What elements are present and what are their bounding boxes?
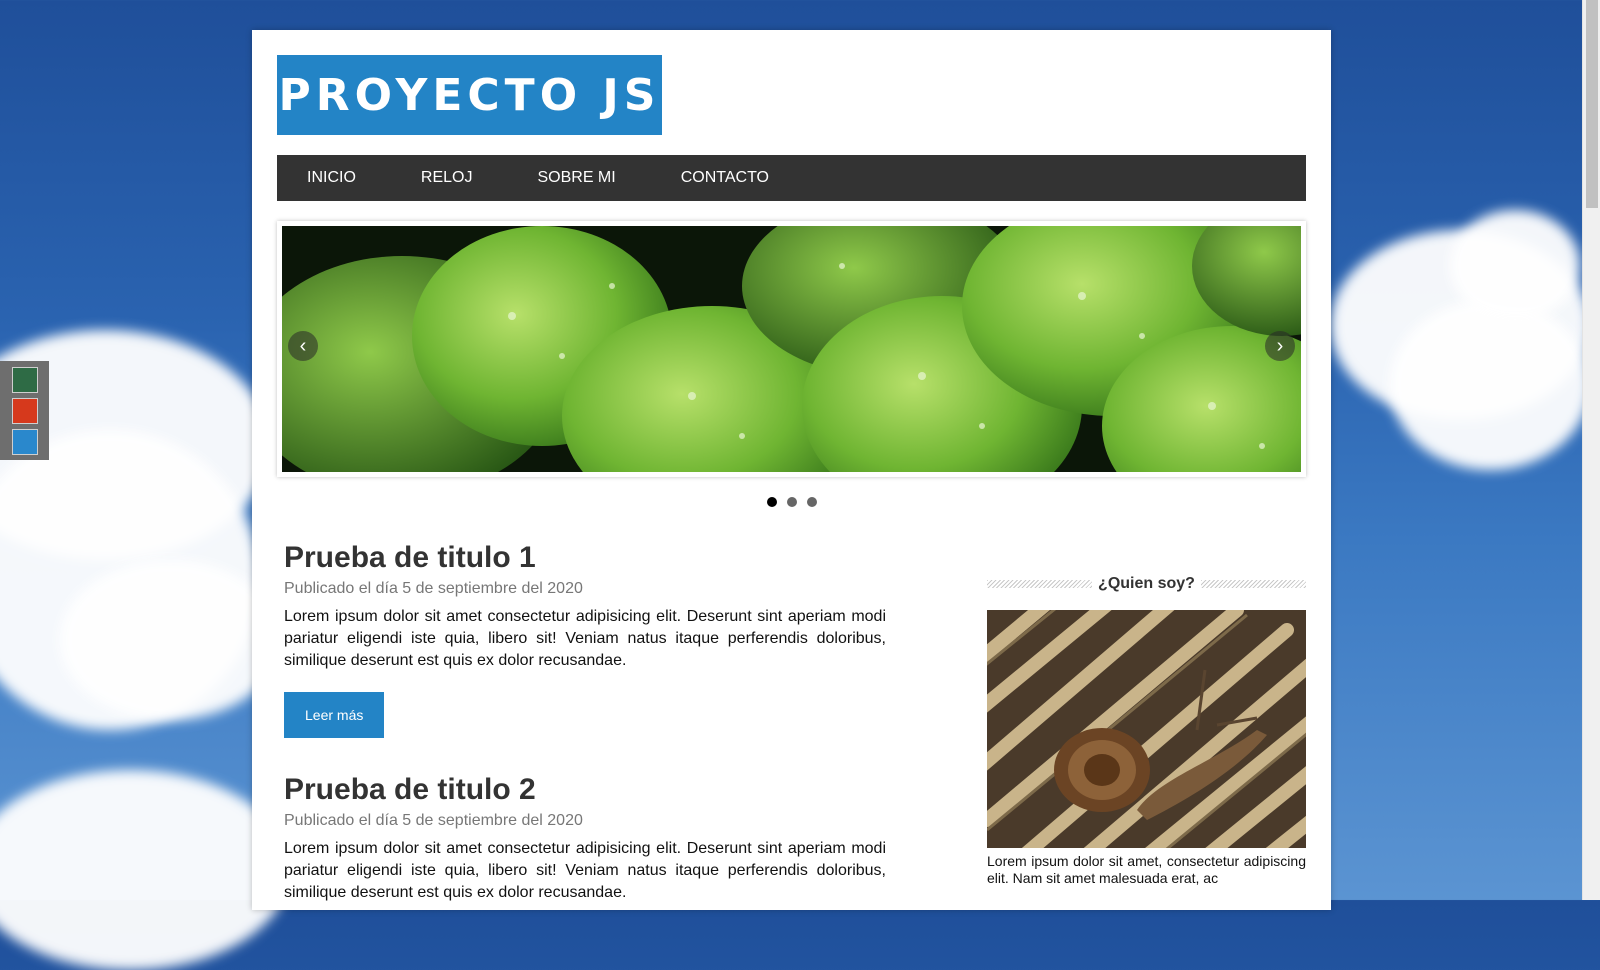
site-logo[interactable]: PROYECTO JS (277, 55, 662, 135)
theme-green-button[interactable] (12, 367, 38, 393)
article-body: Lorem ipsum dolor sit amet consectetur a… (284, 840, 886, 901)
slider-dot-1[interactable] (766, 497, 777, 507)
page-scrollbar[interactable] (1582, 0, 1600, 900)
article-body: Lorem ipsum dolor sit amet consectetur a… (284, 608, 886, 669)
sidebar-text: Lorem ipsum dolor sit amet, consectetur … (987, 853, 1306, 886)
theme-red-button[interactable] (12, 398, 38, 424)
sidebar-title-text: ¿Quien soy? (1098, 575, 1195, 592)
theme-blue-button[interactable] (12, 429, 38, 455)
article: Prueba de titulo 2 Publicado el día 5 de… (284, 772, 886, 904)
slider-dot-3[interactable] (806, 497, 817, 507)
cloud (1390, 300, 1590, 470)
logo-text: PROYECTO JS (278, 69, 661, 121)
article-date: Publicado el día 5 de septiembre del 202… (284, 812, 583, 829)
sidebar-title: ¿Quien soy? (987, 575, 1306, 593)
cloud (0, 770, 290, 970)
read-more-button[interactable]: Leer más (284, 692, 385, 738)
image-slider: ‹ › (277, 221, 1306, 477)
nav-item-contacto[interactable]: CONTACTO (681, 169, 769, 187)
snail-image (987, 610, 1306, 848)
nav-item-inicio[interactable]: INICIO (307, 169, 356, 187)
sidebar: ¿Quien soy? Lorem ipsum dolor sit amet, … (987, 575, 1306, 887)
profile-image (987, 610, 1306, 848)
main-nav: INICIO RELOJ SOBRE MI CONTACTO (277, 155, 1306, 201)
slide-image (282, 226, 1301, 472)
nav-item-sobre-mi[interactable]: SOBRE MI (537, 169, 615, 187)
chevron-right-icon: › (1276, 334, 1284, 357)
nav-item-reloj[interactable]: RELOJ (421, 169, 473, 187)
articles-list: Prueba de titulo 1 Publicado el día 5 de… (284, 540, 886, 938)
article-date: Publicado el día 5 de septiembre del 202… (284, 580, 583, 597)
article-title: Prueba de titulo 1 (284, 541, 536, 574)
chevron-left-icon: ‹ (299, 334, 307, 357)
slider-prev-button[interactable]: ‹ (288, 331, 318, 361)
page-container: PROYECTO JS INICIO RELOJ SOBRE MI CONTAC… (252, 30, 1331, 910)
leaves-image (282, 226, 1301, 472)
cloud (60, 560, 280, 720)
slider-dot-2[interactable] (786, 497, 797, 507)
cloud (1450, 210, 1580, 320)
slider-next-button[interactable]: › (1265, 331, 1295, 361)
title-divider (987, 580, 1093, 588)
title-divider (1200, 580, 1306, 588)
scrollbar-thumb[interactable] (1586, 0, 1598, 208)
article-title: Prueba de titulo 2 (284, 773, 536, 806)
theme-switcher (0, 361, 49, 460)
slider-pagination (252, 497, 1331, 507)
article: Prueba de titulo 1 Publicado el día 5 de… (284, 540, 886, 738)
